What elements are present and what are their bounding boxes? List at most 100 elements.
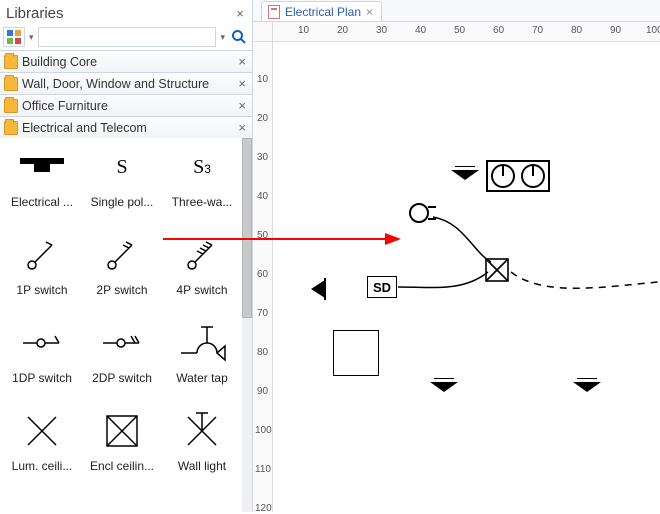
ruler-tick: 60 <box>493 25 504 36</box>
placed-double-gauge[interactable] <box>486 160 550 192</box>
three-way-icon: S3 <box>172 142 232 192</box>
shape-item[interactable]: S3 Three-wa... <box>162 142 242 230</box>
shape-label: 1DP switch <box>12 371 72 385</box>
sd-label: SD <box>373 280 391 295</box>
tab-close-button[interactable]: × <box>366 5 373 19</box>
ruler-tick: 70 <box>257 308 268 319</box>
category-row[interactable]: Wall, Door, Window and Structure × <box>0 72 252 94</box>
category-label: Office Furniture <box>22 99 238 113</box>
tab-title: Electrical Plan <box>285 5 361 19</box>
placed-symbol[interactable] <box>311 278 329 300</box>
shape-item[interactable]: Encl ceilin... <box>82 406 162 494</box>
shape-label: Lum. ceili... <box>12 459 73 473</box>
drag-arrow-icon <box>163 227 403 251</box>
category-row[interactable]: Building Core × <box>0 50 252 72</box>
shape-label: 4P switch <box>176 283 227 297</box>
placed-sd-box[interactable]: SD <box>367 276 397 298</box>
placed-symbol[interactable] <box>573 378 601 394</box>
ruler-tick: 60 <box>257 269 268 280</box>
drawing-stage: Electrical Plan × 10 20 30 40 50 60 70 8… <box>253 0 660 512</box>
category-row[interactable]: Office Furniture × <box>0 94 252 116</box>
1dp-switch-icon <box>12 318 72 368</box>
ruler-tick: 90 <box>257 386 268 397</box>
shape-label: 1P switch <box>16 283 67 297</box>
shapes-grid: Electrical ... S Single pol... S3 Three-… <box>0 138 242 512</box>
placed-rectangle[interactable] <box>333 330 379 376</box>
shape-item[interactable]: Electrical ... <box>2 142 82 230</box>
single-pole-icon: S <box>92 142 152 192</box>
category-close-button[interactable]: × <box>238 76 246 91</box>
ruler-tick: 80 <box>571 25 582 36</box>
drawing-canvas[interactable]: SD <box>273 42 660 512</box>
tab-bar: Electrical Plan × <box>253 0 660 22</box>
shape-label: Single pol... <box>91 195 154 209</box>
folder-icon <box>4 121 18 135</box>
category-label: Wall, Door, Window and Structure <box>22 77 238 91</box>
library-menu-button[interactable] <box>3 27 25 47</box>
shape-item[interactable]: 2P switch <box>82 230 162 318</box>
libraries-panel: Libraries × ▾ ▾ Building Core × Wall, Do… <box>0 0 253 512</box>
folder-icon <box>4 55 18 69</box>
ruler-tick: 40 <box>257 191 268 202</box>
ruler-tick: 10 <box>298 25 309 36</box>
placed-symbol[interactable] <box>451 166 479 182</box>
category-label: Building Core <box>22 55 238 69</box>
wiring-curves <box>393 202 660 322</box>
2p-switch-icon <box>92 230 152 280</box>
category-close-button[interactable]: × <box>238 98 246 113</box>
document-icon <box>268 5 280 19</box>
ruler-tick: 100 <box>255 425 272 436</box>
ruler-tick: 40 <box>415 25 426 36</box>
library-search-input[interactable] <box>38 27 217 47</box>
shape-item[interactable]: 1DP switch <box>2 318 82 406</box>
lum-ceiling-icon <box>12 406 72 456</box>
folder-icon <box>4 99 18 113</box>
tab-electrical-plan[interactable]: Electrical Plan × <box>261 1 382 21</box>
vertical-ruler: 10 20 30 40 50 60 70 80 90 100 110 120 <box>253 42 273 512</box>
shape-item[interactable]: 1P switch <box>2 230 82 318</box>
ruler-tick: 50 <box>454 25 465 36</box>
shape-label: Encl ceilin... <box>90 459 154 473</box>
category-label: Electrical and Telecom <box>22 121 238 135</box>
ruler-tick: 80 <box>257 347 268 358</box>
search-button[interactable] <box>229 27 249 47</box>
ruler-tick: 70 <box>532 25 543 36</box>
ruler-tick: 100 <box>646 25 660 36</box>
shape-item[interactable]: Wall light <box>162 406 242 494</box>
water-tap-icon <box>172 318 232 368</box>
library-grid-icon <box>7 30 21 44</box>
placed-encl-ceiling[interactable] <box>485 258 509 282</box>
shapes-area: Electrical ... S Single pol... S3 Three-… <box>0 138 252 512</box>
ruler-tick: 30 <box>257 152 268 163</box>
ruler-corner <box>253 22 273 42</box>
shape-item[interactable]: Water tap <box>162 318 242 406</box>
folder-icon <box>4 77 18 91</box>
ruler-tick: 10 <box>257 74 268 85</box>
panel-title: Libraries <box>6 5 234 22</box>
encl-ceiling-icon <box>92 406 152 456</box>
placed-symbol[interactable] <box>430 378 458 394</box>
shapes-scrollbar[interactable] <box>242 138 252 512</box>
ruler-tick: 90 <box>610 25 621 36</box>
shape-label: 2P switch <box>96 283 147 297</box>
search-icon <box>231 29 247 45</box>
library-toolbar: ▾ ▾ <box>0 24 252 50</box>
shape-label: Water tap <box>176 371 228 385</box>
ruler-tick: 20 <box>337 25 348 36</box>
shape-label: Wall light <box>178 459 226 473</box>
horizontal-ruler: 10 20 30 40 50 60 70 80 90 100 <box>273 22 660 42</box>
category-close-button[interactable]: × <box>238 54 246 69</box>
ruler-tick: 30 <box>376 25 387 36</box>
electrical-symbol-icon <box>12 142 72 192</box>
shape-item[interactable]: S Single pol... <box>82 142 162 230</box>
shape-label: Electrical ... <box>11 195 73 209</box>
shape-label: 2DP switch <box>92 371 152 385</box>
shape-item[interactable]: Lum. ceili... <box>2 406 82 494</box>
panel-close-button[interactable]: × <box>234 6 246 21</box>
ruler-tick: 20 <box>257 113 268 124</box>
1p-switch-icon <box>12 230 72 280</box>
category-row[interactable]: Electrical and Telecom × <box>0 116 252 138</box>
shape-label: Three-wa... <box>172 195 233 209</box>
category-close-button[interactable]: × <box>238 120 246 135</box>
shape-item[interactable]: 2DP switch <box>82 318 162 406</box>
